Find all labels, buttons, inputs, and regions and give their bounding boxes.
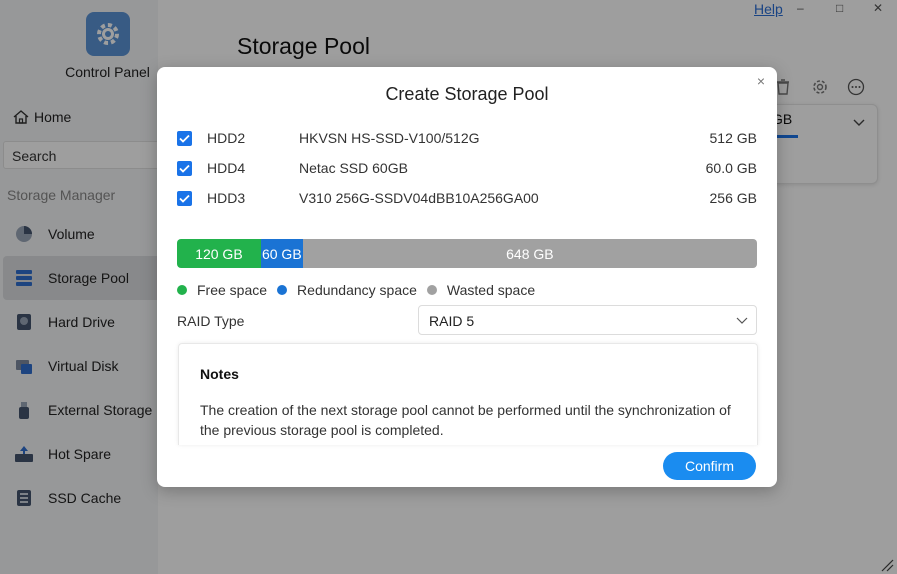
create-storage-pool-dialog: × Create Storage Pool HDD2 HKVSN HS-SSD-… bbox=[157, 67, 777, 487]
confirm-button[interactable]: Confirm bbox=[663, 452, 756, 480]
legend-wasted: Wasted space bbox=[426, 282, 536, 298]
disk-checkbox[interactable] bbox=[177, 130, 192, 146]
disk-checkbox[interactable] bbox=[177, 160, 192, 176]
notes-text: The creation of the next storage pool ca… bbox=[200, 402, 731, 438]
checkmark-icon bbox=[179, 194, 190, 203]
legend-wasted-label: Wasted space bbox=[446, 282, 536, 298]
disk-size: 512 GB bbox=[709, 130, 757, 146]
capacity-legend: Free space Redundancy space Wasted space bbox=[177, 282, 545, 298]
wasted-dot-icon bbox=[426, 285, 437, 295]
chevron-down-icon bbox=[736, 317, 748, 324]
checkmark-icon bbox=[179, 164, 190, 173]
disk-size: 256 GB bbox=[709, 190, 757, 206]
raid-type-value: RAID 5 bbox=[429, 313, 475, 329]
raid-type-select[interactable]: RAID 5 bbox=[418, 305, 757, 335]
disk-name: HDD2 bbox=[207, 130, 246, 146]
dialog-title: Create Storage Pool bbox=[385, 84, 549, 104]
legend-redundancy: Redundancy space bbox=[277, 282, 417, 298]
wasted-space-segment: 648 GB bbox=[302, 239, 757, 268]
disk-model: Netac SSD 60GB bbox=[299, 160, 408, 176]
redundancy-dot-icon bbox=[277, 285, 288, 295]
disk-row: HDD4 Netac SSD 60GB 60.0 GB bbox=[177, 158, 757, 178]
redundancy-space-segment: 60 GB bbox=[260, 239, 303, 268]
disk-model: HKVSN HS-SSD-V100/512G bbox=[299, 130, 480, 146]
disk-size: 60.0 GB bbox=[705, 160, 757, 176]
notes-title: Notes bbox=[200, 366, 239, 382]
disk-row: HDD3 V310 256G-SSDV04dBB10A256GA00 256 G… bbox=[177, 188, 757, 208]
raid-type-label: RAID Type bbox=[177, 313, 245, 329]
legend-free-label: Free space bbox=[197, 282, 268, 298]
checkmark-icon bbox=[179, 134, 190, 143]
disk-name: HDD4 bbox=[207, 160, 246, 176]
disk-checkbox[interactable] bbox=[177, 190, 192, 206]
free-dot-icon bbox=[177, 285, 187, 295]
capacity-bar: 120 GB 60 GB 648 GB bbox=[177, 239, 757, 268]
disk-row: HDD2 HKVSN HS-SSD-V100/512G 512 GB bbox=[177, 128, 757, 148]
disk-name: HDD3 bbox=[207, 190, 246, 206]
notes-panel: Notes The creation of the next storage p… bbox=[178, 343, 758, 445]
legend-redundancy-label: Redundancy space bbox=[297, 282, 417, 298]
free-space-segment: 120 GB bbox=[177, 239, 261, 268]
disk-model: V310 256G-SSDV04dBB10A256GA00 bbox=[299, 190, 539, 206]
legend-free: Free space bbox=[177, 282, 267, 298]
